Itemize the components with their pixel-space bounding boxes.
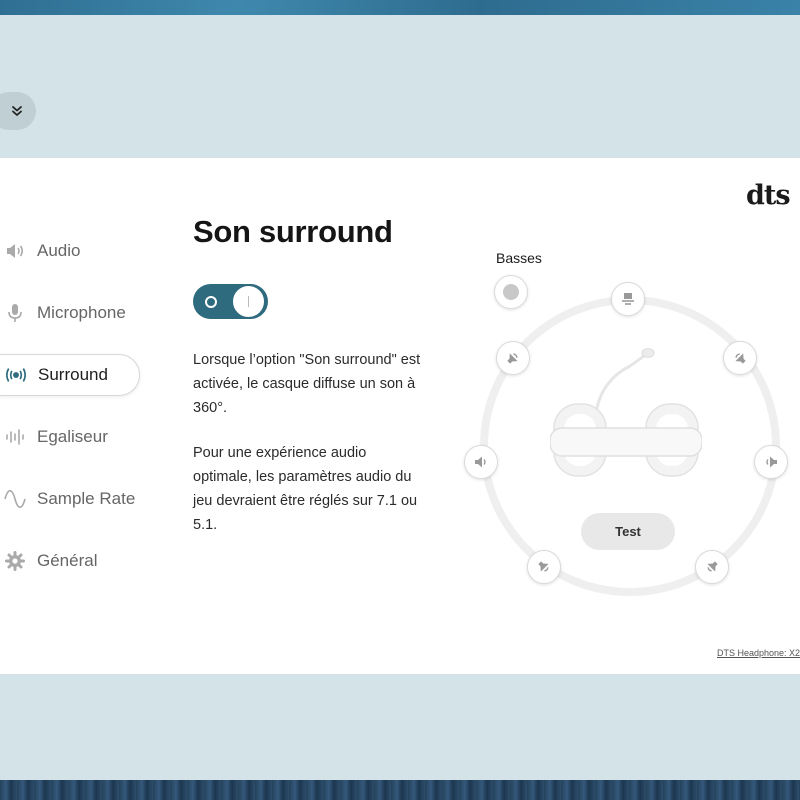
settings-panel: dts Audio Microphone Surround Egaliseur … bbox=[0, 158, 800, 674]
toggle-knob bbox=[232, 285, 265, 318]
sidebar-item-egaliseur[interactable]: Egaliseur bbox=[0, 416, 140, 458]
surround-icon bbox=[5, 364, 27, 386]
sidebar-item-general[interactable]: Général bbox=[0, 540, 140, 582]
surround-description: Lorsque l’option "Son surround" est acti… bbox=[193, 352, 421, 416]
rear-right-speaker-button[interactable] bbox=[695, 550, 729, 584]
sidebar-item-surround[interactable]: Surround bbox=[0, 354, 140, 396]
front-left-speaker-button[interactable] bbox=[496, 341, 530, 375]
sidebar-item-audio[interactable]: Audio bbox=[0, 230, 140, 272]
sidebar-item-label: Surround bbox=[38, 365, 108, 384]
front-left-speaker-icon bbox=[507, 353, 518, 364]
side-right-speaker-icon bbox=[766, 456, 777, 468]
sidebar-item-label: Microphone bbox=[37, 303, 126, 322]
rear-left-speaker-icon bbox=[538, 561, 549, 572]
surround-toggle[interactable] bbox=[193, 284, 268, 319]
bass-icon bbox=[503, 284, 519, 300]
microphone-icon bbox=[4, 302, 26, 324]
page-title: Son surround bbox=[193, 214, 393, 249]
sidebar-item-label: Egaliseur bbox=[37, 427, 108, 446]
dts-version-link[interactable]: DTS Headphone: X2.0 bbox=[717, 648, 800, 658]
side-right-speaker-button[interactable] bbox=[754, 445, 788, 479]
sidebar-item-microphone[interactable]: Microphone bbox=[0, 292, 140, 334]
speaker-icon bbox=[4, 240, 26, 262]
sidebar-item-label: Sample Rate bbox=[37, 489, 136, 508]
side-left-speaker-icon bbox=[475, 456, 486, 468]
bass-label: Basses bbox=[496, 250, 542, 266]
front-right-speaker-icon bbox=[735, 353, 746, 364]
dts-logo: dts bbox=[746, 180, 791, 211]
equalizer-icon bbox=[4, 426, 26, 448]
rear-left-speaker-button[interactable] bbox=[527, 550, 561, 584]
rear-right-speaker-icon bbox=[707, 561, 718, 572]
window-bottom-area bbox=[0, 674, 800, 780]
bass-speaker-button[interactable] bbox=[494, 275, 528, 309]
desktop-background-floor bbox=[0, 780, 800, 800]
headset-illustration bbox=[550, 348, 702, 477]
gear-icon bbox=[4, 550, 26, 572]
front-right-speaker-button[interactable] bbox=[723, 341, 757, 375]
center-speaker-button[interactable] bbox=[611, 282, 645, 316]
test-button[interactable]: Test bbox=[581, 513, 675, 550]
sidebar-item-sample-rate[interactable]: Sample Rate bbox=[0, 478, 140, 520]
sine-wave-icon bbox=[4, 488, 26, 510]
chevron-down-icon bbox=[12, 106, 22, 116]
center-speaker-icon bbox=[622, 293, 634, 305]
toggle-off-mark bbox=[205, 296, 217, 308]
side-left-speaker-button[interactable] bbox=[464, 445, 498, 479]
sidebar-item-label: Audio bbox=[37, 241, 81, 260]
desktop-background-strip bbox=[0, 0, 800, 15]
window-top-area bbox=[0, 15, 800, 158]
surround-recommendation: Pour une expérience audio optimale, les … bbox=[193, 445, 418, 533]
sidebar-item-label: Général bbox=[37, 551, 98, 570]
